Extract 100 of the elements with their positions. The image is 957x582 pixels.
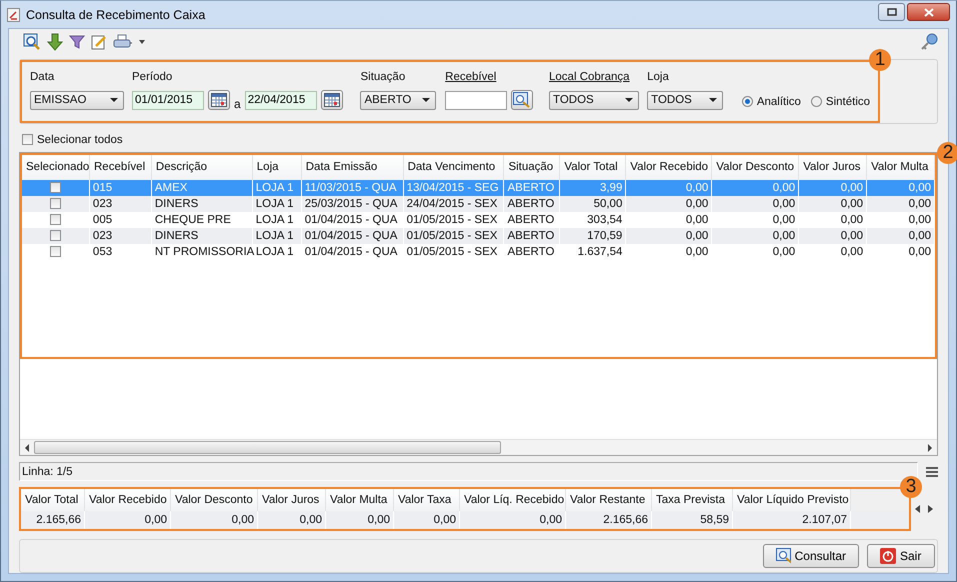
search-icon xyxy=(776,548,791,565)
column-header: Valor Juros xyxy=(258,489,326,512)
restore-button[interactable] xyxy=(878,3,905,21)
printer-icon[interactable] xyxy=(113,34,133,50)
column-header: Valor Multa xyxy=(326,489,394,512)
search-button[interactable]: Consultar xyxy=(763,544,859,568)
scroll-left-icon[interactable] xyxy=(24,444,30,452)
table-cell: ABERTO xyxy=(504,228,560,244)
calendar-button[interactable] xyxy=(208,90,230,110)
dropdown[interactable]: ABERTO xyxy=(360,90,436,110)
table-cell: 25/03/2015 - QUA xyxy=(302,196,404,212)
row-checkbox[interactable] xyxy=(50,246,61,258)
field-label: Loja xyxy=(647,70,669,83)
column-header[interactable]: Loja xyxy=(252,154,302,180)
table-cell: 0,00 xyxy=(712,196,800,212)
caret-icon xyxy=(422,98,430,102)
table-cell: LOJA 1 xyxy=(252,196,302,212)
key-icon[interactable] xyxy=(920,32,938,51)
field-label[interactable]: Local Cobrança xyxy=(549,70,630,83)
date-field[interactable]: 22/04/2015 xyxy=(244,90,317,110)
column-header[interactable]: Valor Multa xyxy=(867,154,935,180)
input-field[interactable] xyxy=(445,90,508,110)
scroll-left-icon[interactable] xyxy=(915,505,920,514)
calendar-button[interactable] xyxy=(320,90,343,110)
close-icon xyxy=(924,8,934,16)
filter-icon[interactable] xyxy=(69,34,85,50)
table-cell: 053 xyxy=(90,244,152,260)
column-header: Valor Recebido xyxy=(85,489,171,512)
column-header[interactable]: Valor Recebido xyxy=(626,154,712,180)
field-label: Período xyxy=(132,70,172,83)
table-cell: 01/05/2015 - SEX xyxy=(404,228,504,244)
table-cell: 170,59 xyxy=(560,228,626,244)
column-header: Taxa Prevista xyxy=(652,489,733,512)
table-cell: 0,00 xyxy=(867,196,935,212)
field-label[interactable]: Recebível xyxy=(445,70,496,83)
column-header[interactable]: Valor Total xyxy=(560,154,626,180)
row-checkbox[interactable] xyxy=(50,214,61,226)
table-cell: DINERS xyxy=(152,196,253,212)
table-cell: 0,00 xyxy=(326,511,394,530)
table-cell: 0,00 xyxy=(799,244,868,260)
column-header: Valor Taxa xyxy=(394,489,460,512)
row-checkbox[interactable] xyxy=(50,198,61,210)
search-icon[interactable] xyxy=(23,32,41,51)
date-field[interactable]: 01/01/2015 xyxy=(132,90,204,110)
column-header[interactable]: Selecionado xyxy=(22,154,90,180)
column-header[interactable]: Data Emissão xyxy=(302,154,404,180)
callout-badge: 2 xyxy=(937,142,957,164)
column-header: Valor Líquido Previsto xyxy=(733,489,851,512)
table-cell: 0,00 xyxy=(712,228,800,244)
column-header[interactable]: Situação xyxy=(504,154,560,180)
radio-option[interactable]: Sintético xyxy=(810,96,870,108)
caret-icon xyxy=(709,98,718,102)
table-cell: 0,00 xyxy=(867,228,935,244)
caret-icon[interactable] xyxy=(139,40,145,44)
column-header: Valor Desconto xyxy=(171,489,258,512)
restore-icon xyxy=(886,8,896,16)
edit-icon[interactable] xyxy=(91,34,107,50)
table-cell: LOJA 1 xyxy=(252,228,302,244)
menu-icon[interactable] xyxy=(926,466,938,477)
field-label: Situação xyxy=(360,70,406,83)
table-row[interactable]: 053 NT PROMISSORIALOJA 1 01/04/2015 - QUA 01/05/2015 - SEX ABERTO 1.637,54 0,00 0,00 0,00 0,00 xyxy=(22,244,935,260)
table-cell: 24/04/2015 - SEX xyxy=(404,196,504,212)
scroll-right-icon[interactable] xyxy=(928,505,933,514)
table-cell: 0,00 xyxy=(171,511,258,530)
column-header[interactable]: Recebível xyxy=(90,154,152,180)
search-button[interactable] xyxy=(511,90,534,110)
down-arrow-icon[interactable] xyxy=(47,32,63,51)
close-button[interactable] xyxy=(907,3,950,21)
scroll-right-icon[interactable] xyxy=(927,444,933,452)
column-header[interactable]: Valor Desconto xyxy=(712,154,800,180)
dropdown[interactable]: EMISSAO xyxy=(30,90,124,110)
horizontal-scrollbar[interactable] xyxy=(20,439,937,456)
dropdown[interactable]: TODOS xyxy=(647,90,724,110)
table-cell: 0,00 xyxy=(799,196,868,212)
table-cell: 01/04/2015 - QUA xyxy=(302,228,404,244)
table-cell: 0,00 xyxy=(867,244,936,260)
radio-option[interactable]: Analítico xyxy=(742,96,801,108)
row-checkbox[interactable] xyxy=(50,230,61,242)
table-cell: 1.637,54 xyxy=(560,244,626,260)
table-cell: 01/05/2015 - SEX xyxy=(404,244,505,260)
exit-button[interactable]: Sair xyxy=(867,544,935,568)
table-cell: 0,00 xyxy=(85,511,171,530)
table-cell: 0,00 xyxy=(394,511,460,530)
row-checkbox[interactable] xyxy=(50,182,61,194)
callout-badge: 1 xyxy=(869,48,891,71)
table-cell: ABERTO xyxy=(504,196,560,212)
column-header[interactable]: Valor Juros xyxy=(799,154,868,180)
table-cell: 50,00 xyxy=(560,196,626,212)
caret-icon xyxy=(625,98,634,102)
table-cell: 0,00 xyxy=(626,228,712,244)
dropdown[interactable]: TODOS xyxy=(549,90,640,110)
table-row[interactable]: 023 DINERS LOJA 1 01/04/2015 - QUA 01/05/2015 - SEX ABERTO 170,59 0,00 0,00 0,00 0,00 xyxy=(22,228,935,244)
table-cell: 2.165,66 xyxy=(566,511,652,530)
table-row[interactable]: 023 DINERS LOJA 1 25/03/2015 - QUA 24/04/2015 - SEX ABERTO 50,00 0,00 0,00 0,00 0,00 xyxy=(22,196,935,212)
select-all-checkbox[interactable]: Selecionar todos xyxy=(22,134,123,146)
table-cell: 2.107,07 xyxy=(733,511,851,530)
column-header: Valor Líq. Recebido xyxy=(460,489,566,512)
table-cell: 2.165,66 xyxy=(21,511,85,530)
column-header[interactable]: Descrição xyxy=(152,154,253,180)
column-header[interactable]: Data Vencimento xyxy=(404,154,504,180)
